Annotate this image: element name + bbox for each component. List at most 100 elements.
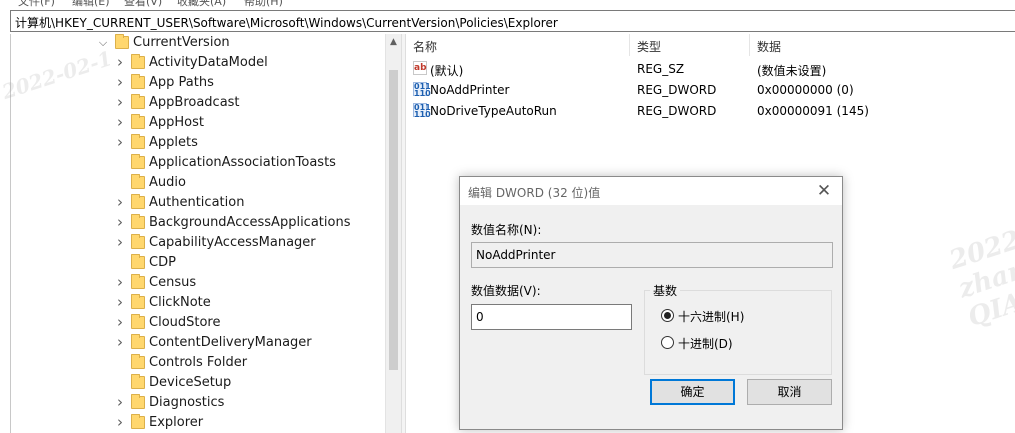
tree-node[interactable]: › CapabilityAccessManager <box>11 233 381 254</box>
tree-node[interactable]: › Applets <box>11 133 381 154</box>
column-divider[interactable] <box>629 34 630 56</box>
hex-radio-label[interactable]: 十六进制(H) <box>678 308 744 325</box>
menu-bar: 文件(F) 编辑(E) 查看(V) 收藏夹(A) 帮助(H) <box>0 0 1015 8</box>
value-data: 0x00000091 (145) <box>757 104 869 118</box>
chevron-right-icon[interactable]: › <box>115 313 125 331</box>
folder-icon <box>131 274 145 289</box>
decimal-radio-label[interactable]: 十进制(D) <box>678 335 733 352</box>
tree-node-label: ClickNote <box>149 295 211 310</box>
base-groupbox <box>644 290 832 375</box>
tree-node-label: CDP <box>149 255 176 270</box>
dialog-titlebar[interactable]: 编辑 DWORD (32 位)值 ✕ <box>460 177 842 205</box>
chevron-right-icon[interactable]: › <box>115 213 125 231</box>
value-data-field[interactable] <box>471 304 632 330</box>
base-group-title: 基数 <box>650 282 681 299</box>
binary-value-icon: 011 110 <box>413 103 431 119</box>
tree-node[interactable]: › AppHost <box>11 113 381 134</box>
chevron-right-icon[interactable]: › <box>115 273 125 291</box>
chevron-right-icon[interactable]: › <box>115 93 125 111</box>
column-header-name[interactable]: 名称 <box>413 38 437 55</box>
value-name-field[interactable] <box>471 242 833 268</box>
tree-node-label: DeviceSetup <box>149 375 232 390</box>
tree-node[interactable]: › ActivityDataModel <box>11 53 381 74</box>
hex-radio[interactable] <box>661 309 674 322</box>
chevron-right-icon[interactable]: › <box>115 113 125 131</box>
tree-node-label: ContentDeliveryManager <box>149 335 312 350</box>
chevron-right-icon[interactable]: › <box>115 413 125 431</box>
folder-icon <box>131 134 145 149</box>
string-value-icon: ab <box>413 61 427 75</box>
menu-edit[interactable]: 编辑(E) <box>72 0 110 8</box>
value-row[interactable]: ab (默认) REG_SZ (数值未设置) <box>406 59 1015 79</box>
binary-value-icon: 011 110 <box>413 82 431 98</box>
tree-node[interactable]: › Authentication <box>11 193 381 214</box>
menu-favorites[interactable]: 收藏夹(A) <box>177 0 226 8</box>
tree-node-label: Audio <box>149 175 186 190</box>
column-divider[interactable] <box>749 34 750 56</box>
value-name: NoAddPrinter <box>430 83 510 97</box>
tree-node[interactable]: › ContentDeliveryManager <box>11 333 381 354</box>
tree-node[interactable]: › App Paths <box>11 73 381 94</box>
folder-icon <box>131 114 145 129</box>
value-row[interactable]: 011 110 NoAddPrinter REG_DWORD 0x00000000 (… <box>406 80 1015 100</box>
chevron-right-icon[interactable]: › <box>115 393 125 411</box>
address-bar[interactable]: 计算机\HKEY_CURRENT_USER\Software\Microsoft… <box>10 10 1015 32</box>
chevron-down-icon[interactable]: ⌵ <box>98 36 108 50</box>
folder-icon <box>131 94 145 109</box>
scroll-up-icon[interactable]: ▲ <box>390 37 397 47</box>
folder-icon <box>131 194 145 209</box>
address-path[interactable]: 计算机\HKEY_CURRENT_USER\Software\Microsoft… <box>15 14 558 31</box>
menu-view[interactable]: 查看(V) <box>124 0 162 8</box>
chevron-right-icon[interactable]: › <box>115 53 125 71</box>
value-data-label: 数值数据(V): <box>471 284 541 298</box>
tree-node[interactable]: › ClickNote <box>11 293 381 314</box>
chevron-right-icon[interactable]: › <box>115 133 125 151</box>
column-header-type[interactable]: 类型 <box>637 38 661 55</box>
tree-node[interactable]: DeviceSetup <box>11 374 381 394</box>
tree-node[interactable]: CDP <box>11 254 381 274</box>
tree-node[interactable]: › AppBroadcast <box>11 93 381 114</box>
close-icon[interactable]: ✕ <box>812 179 836 203</box>
folder-icon <box>131 294 145 309</box>
tree-node[interactable]: › BackgroundAccessApplications <box>11 213 381 234</box>
tree-node-label: AppBroadcast <box>149 95 240 110</box>
chevron-right-icon[interactable]: › <box>115 293 125 311</box>
dialog-title: 编辑 DWORD (32 位)值 <box>468 186 601 200</box>
folder-icon <box>131 74 145 89</box>
folder-icon <box>131 394 145 409</box>
tree-node-label: Authentication <box>149 195 245 210</box>
value-row[interactable]: 011 110 NoDriveTypeAutoRun REG_DWORD 0x0000… <box>406 101 1015 121</box>
tree-node[interactable]: › Explorer <box>11 413 381 433</box>
folder-icon <box>131 54 145 69</box>
menu-help[interactable]: 帮助(H) <box>244 0 283 8</box>
folder-icon <box>131 234 145 249</box>
value-data: (数值未设置) <box>757 64 827 78</box>
tree-node[interactable]: › Census <box>11 273 381 294</box>
chevron-right-icon[interactable]: › <box>115 73 125 91</box>
tree-node[interactable]: ApplicationAssociationToasts <box>11 154 381 174</box>
scroll-thumb[interactable] <box>389 70 398 370</box>
tree-scrollbar[interactable]: ▲ <box>385 34 401 433</box>
tree-node-label: CapabilityAccessManager <box>149 235 316 250</box>
edit-dword-dialog: 编辑 DWORD (32 位)值 ✕ 数值名称(N): 数值数据(V): 基数 … <box>459 176 843 430</box>
value-type: REG_DWORD <box>637 83 717 97</box>
tree-node-label: CloudStore <box>149 315 221 330</box>
tree-node[interactable]: Controls Folder <box>11 354 381 374</box>
decimal-radio[interactable] <box>661 336 674 349</box>
folder-icon <box>131 354 145 369</box>
ok-button[interactable]: 确定 <box>650 379 735 405</box>
tree-node[interactable]: › Diagnostics <box>11 393 381 414</box>
chevron-right-icon[interactable]: › <box>115 233 125 251</box>
tree-node[interactable]: › CloudStore <box>11 313 381 334</box>
tree-node[interactable]: Audio <box>11 174 381 194</box>
folder-icon <box>131 374 145 389</box>
menu-file[interactable]: 文件(F) <box>18 0 55 8</box>
chevron-right-icon[interactable]: › <box>115 333 125 351</box>
cancel-button[interactable]: 取消 <box>747 379 832 405</box>
column-header-data[interactable]: 数据 <box>757 38 781 55</box>
value-name: (默认) <box>430 64 464 78</box>
tree-node-currentversion[interactable]: ⌵ CurrentVersion <box>11 34 381 54</box>
chevron-right-icon[interactable]: › <box>115 193 125 211</box>
tree-node-label: ApplicationAssociationToasts <box>149 155 336 170</box>
value-type: REG_DWORD <box>637 104 717 118</box>
